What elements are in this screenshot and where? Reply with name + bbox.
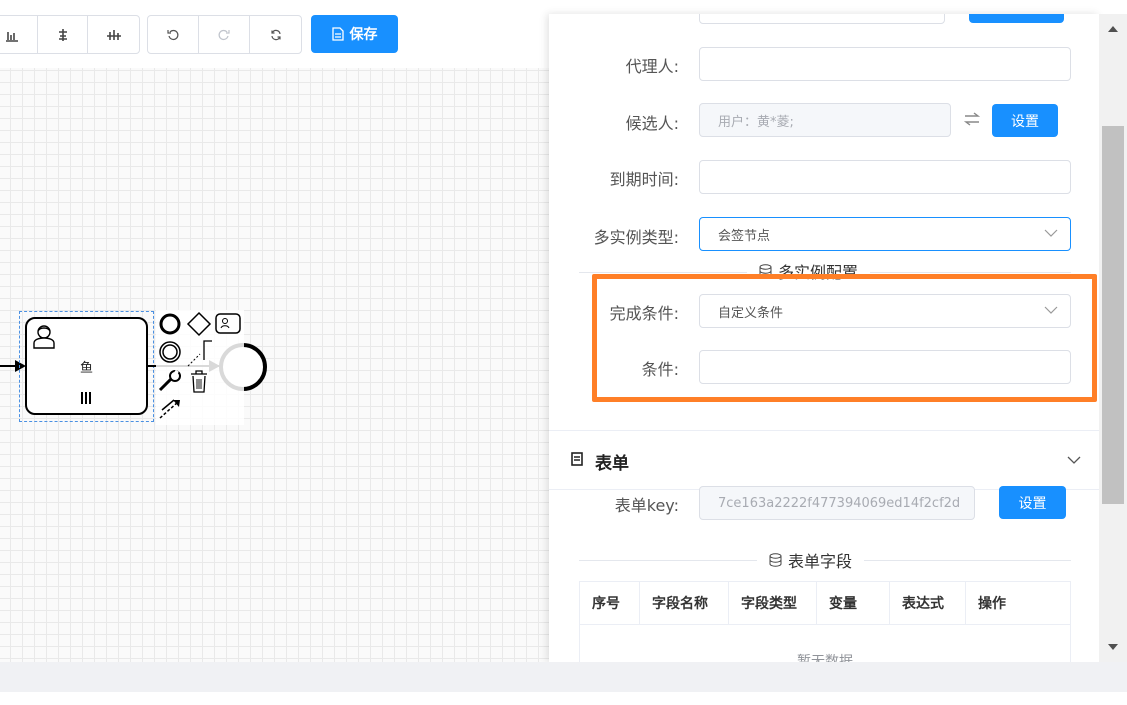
redo-button[interactable] (199, 16, 250, 53)
column-header: 序号 (580, 582, 640, 624)
user-task[interactable]: 鱼 (25, 317, 148, 415)
table-empty-text: 暂无数据 (797, 654, 853, 662)
form-section-header[interactable]: 表单 (549, 430, 1099, 490)
due-date-input[interactable] (699, 160, 1071, 194)
highlight-box (592, 274, 1097, 402)
append-end-event-icon[interactable] (159, 313, 181, 335)
history-button-group (147, 15, 302, 54)
align-button-group (0, 15, 140, 54)
save-button-label: 保存 (349, 27, 378, 43)
form-fields-table: 序号 字段名称 字段类型 变量 表达式 操作 暂无数据 (579, 581, 1071, 662)
save-button[interactable]: 保存 (311, 15, 398, 53)
triangle-down-icon (1108, 644, 1118, 650)
refresh-button[interactable] (250, 16, 301, 53)
user-task-icon (33, 325, 55, 349)
multi-instance-type-select[interactable]: 会签节点 (699, 217, 1071, 251)
column-header: 操作 (978, 596, 1006, 612)
form-section-title: 表单 (595, 454, 629, 474)
task-label: 鱼 (79, 361, 93, 376)
bottom-strip (0, 692, 1127, 705)
table-header: 序号 字段名称 字段类型 变量 表达式 操作 (580, 582, 1070, 625)
parallel-multi-instance-icon (81, 392, 91, 404)
multi-instance-type-label: 多实例类型: (593, 228, 679, 247)
align-bottom-button[interactable] (0, 16, 38, 53)
redo-icon (218, 29, 230, 40)
align-center-icon (58, 28, 67, 41)
append-task-icon[interactable] (215, 313, 241, 334)
chevron-down-icon (1067, 456, 1081, 464)
previous-field[interactable] (699, 14, 945, 24)
form-key-set-button[interactable]: 设置 (999, 486, 1066, 519)
candidate-input[interactable]: 用户：黄*菱; (699, 103, 951, 137)
column-header: 变量 (817, 582, 890, 624)
form-fields-title: 表单字段 (757, 549, 865, 571)
align-center-button[interactable] (38, 16, 89, 53)
previous-row-button[interactable] (969, 14, 1064, 23)
candidate-set-button[interactable]: 设置 (992, 104, 1058, 137)
database-icon (769, 553, 782, 567)
multi-instance-type-value: 会签节点 (718, 228, 771, 244)
align-bottom-icon (5, 31, 18, 42)
swap-icon[interactable] (963, 112, 981, 126)
align-middle-icon (106, 29, 121, 40)
context-pad (156, 310, 244, 425)
form-key-label: 表单key: (614, 496, 679, 515)
form-list-icon (571, 452, 583, 466)
panel-scrollbar[interactable] (1099, 14, 1127, 662)
undo-button[interactable] (148, 16, 199, 53)
refresh-icon (270, 29, 281, 40)
scroll-down-arrow[interactable] (1099, 634, 1127, 660)
undo-icon (167, 29, 179, 40)
column-header: 表达式 (890, 582, 966, 624)
append-intermediate-event-icon[interactable] (159, 341, 181, 363)
scrollbar-thumb[interactable] (1102, 126, 1124, 504)
triangle-up-icon (1108, 26, 1118, 32)
candidate-label: 候选人: (625, 114, 679, 133)
agent-label: 代理人: (625, 57, 679, 76)
align-middle-button[interactable] (88, 16, 139, 53)
column-header: 字段类型 (729, 582, 817, 624)
document-icon (331, 27, 344, 41)
form-key-input[interactable]: 7ce163a2222f477394069ed14f2cf2d (699, 486, 975, 520)
column-header: 字段名称 (640, 582, 729, 624)
chevron-down-icon (1044, 229, 1058, 237)
delete-trash-icon[interactable] (191, 370, 207, 393)
app-root: 保存 鱼 代理人: 候选人: 用户：黄*菱; 设置 到期时间: 多实例类型: 会… (0, 0, 1127, 705)
agent-input[interactable] (699, 47, 1071, 81)
scroll-up-arrow[interactable] (1099, 16, 1127, 42)
due-date-label: 到期时间: (609, 170, 679, 189)
